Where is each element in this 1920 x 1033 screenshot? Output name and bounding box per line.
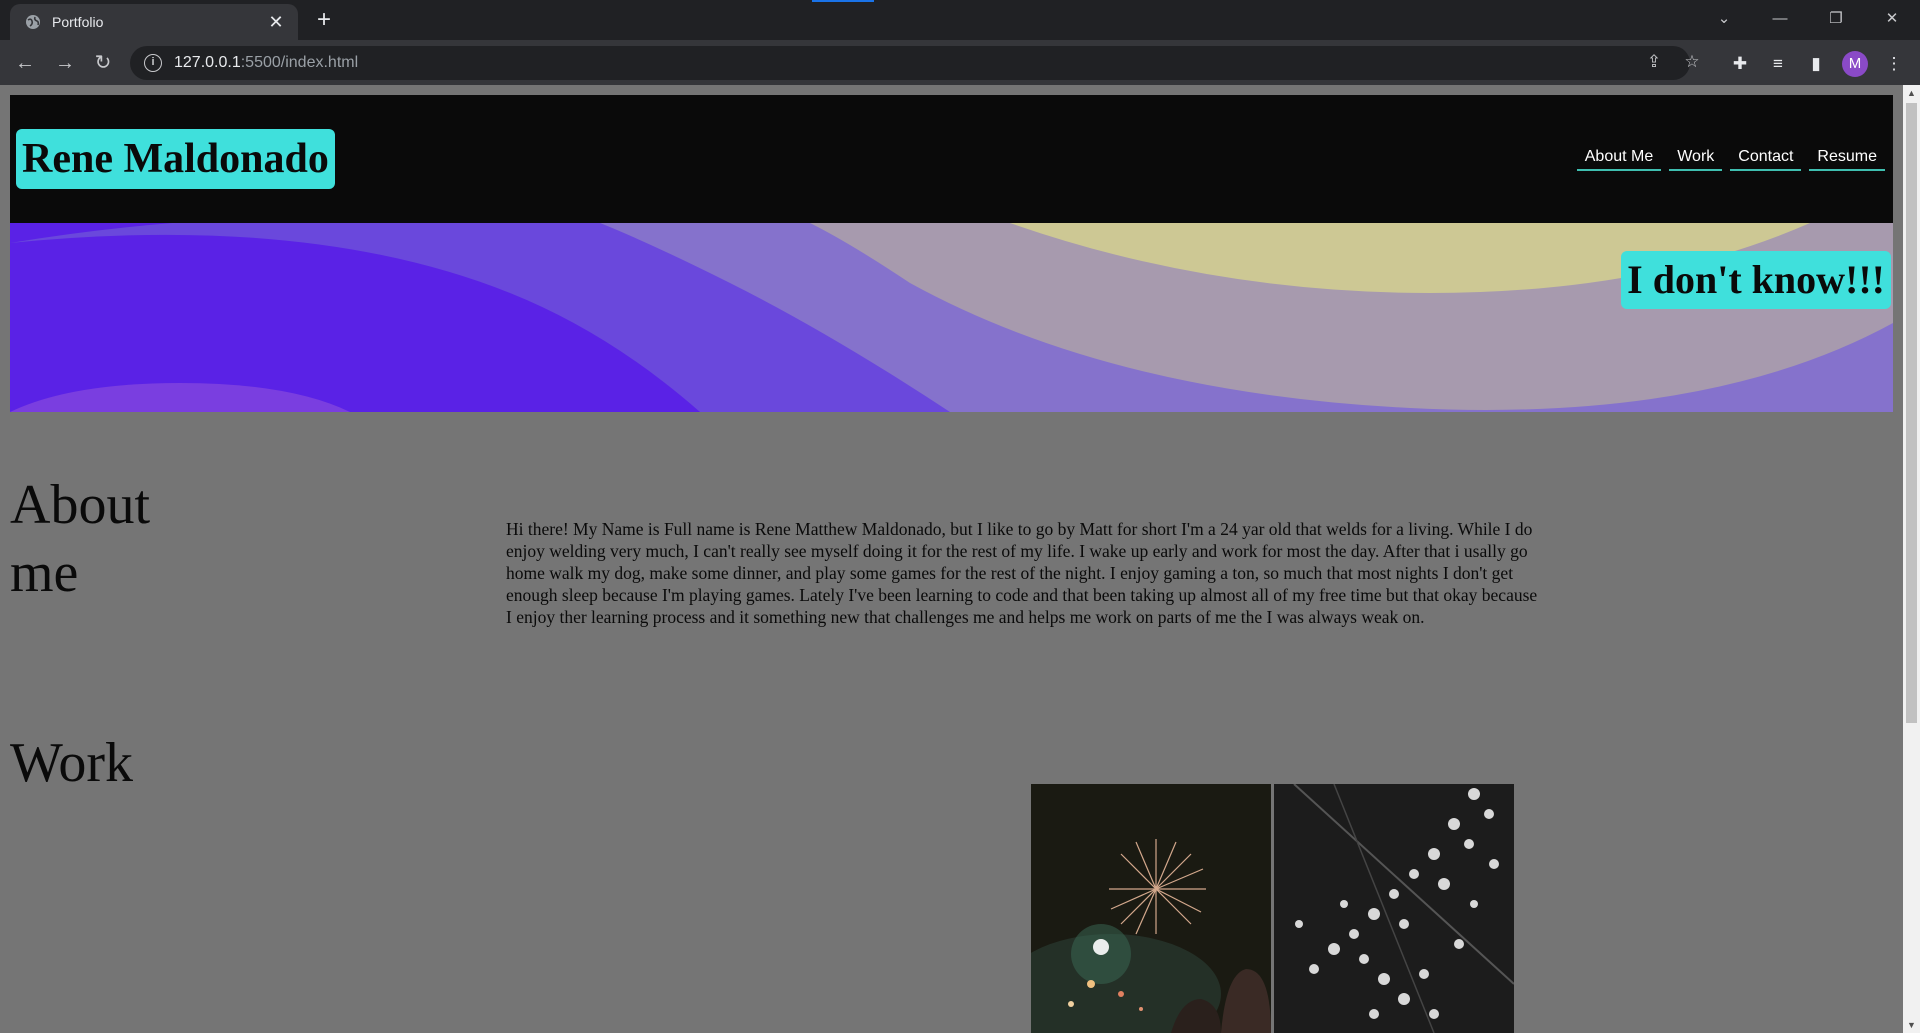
- tab-title: Portfolio: [52, 14, 104, 30]
- hero-banner: I don't know!!!: [10, 223, 1893, 412]
- restore-button[interactable]: ❐: [1808, 0, 1864, 36]
- scroll-up-arrow-icon[interactable]: ▲: [1903, 85, 1920, 101]
- nav-link-about-me[interactable]: About Me: [1576, 147, 1662, 171]
- site-header: Rene Maldonado About Me Work Contact Res…: [10, 95, 1893, 223]
- about-title-line1: About: [10, 474, 150, 536]
- work-title: Work: [10, 732, 134, 794]
- side-panel-icon[interactable]: ▮: [1802, 50, 1830, 78]
- url-host: 127.0.0.1: [174, 54, 241, 71]
- minimize-button[interactable]: —: [1752, 0, 1808, 36]
- media-playlist-icon[interactable]: ≡: [1764, 50, 1792, 78]
- extensions-puzzle-icon[interactable]: ✚: [1726, 50, 1754, 78]
- site-info-icon[interactable]: i: [144, 54, 162, 72]
- forward-button[interactable]: →: [52, 50, 78, 76]
- scrollbar-thumb[interactable]: [1906, 103, 1917, 723]
- close-tab-icon[interactable]: ✕: [266, 12, 286, 32]
- back-button[interactable]: ←: [12, 50, 38, 76]
- vertical-scrollbar[interactable]: ▲ ▼: [1903, 85, 1920, 1033]
- site-name: Rene Maldonado: [16, 129, 335, 189]
- browser-tab-strip: Portfolio ✕ + ⌄ — ❐ ✕: [0, 0, 1920, 40]
- hero-tagline: I don't know!!!: [1621, 251, 1891, 309]
- menu-kebab-icon[interactable]: ⋮: [1880, 50, 1908, 78]
- page-viewport: Rene Maldonado About Me Work Contact Res…: [0, 85, 1903, 1033]
- nav-link-resume[interactable]: Resume: [1809, 147, 1885, 171]
- fireworks-photo[interactable]: [1031, 784, 1271, 1033]
- nav-link-work[interactable]: Work: [1669, 147, 1723, 171]
- tab-indicator: [812, 0, 874, 2]
- share-icon[interactable]: ⇪: [1640, 48, 1668, 76]
- close-window-button[interactable]: ✕: [1864, 0, 1920, 36]
- scroll-down-arrow-icon[interactable]: ▼: [1903, 1017, 1920, 1033]
- reload-button[interactable]: ↻: [90, 50, 116, 76]
- cherry-blossom-photo[interactable]: [1274, 784, 1514, 1033]
- about-title-line2: me: [10, 542, 79, 604]
- profile-avatar[interactable]: M: [1842, 51, 1868, 77]
- bookmark-star-icon[interactable]: ☆: [1678, 48, 1706, 76]
- new-tab-button[interactable]: +: [312, 8, 336, 32]
- globe-icon: [24, 13, 42, 31]
- browser-toolbar: ← → ↻ i 127.0.0.1:5500/index.html ⇪ ☆: [0, 40, 1920, 85]
- address-bar[interactable]: i 127.0.0.1:5500/index.html: [130, 46, 1690, 80]
- url-path: :5500/index.html: [240, 54, 359, 71]
- nav-link-contact[interactable]: Contact: [1730, 147, 1802, 171]
- browser-tab[interactable]: Portfolio ✕: [10, 4, 298, 40]
- tab-search-icon[interactable]: ⌄: [1696, 0, 1752, 36]
- about-paragraph: Hi there! My Name is Full name is Rene M…: [506, 519, 1538, 627]
- hero-waves-graphic: [10, 223, 1893, 412]
- site-nav: About Me Work Contact Resume: [1576, 147, 1885, 171]
